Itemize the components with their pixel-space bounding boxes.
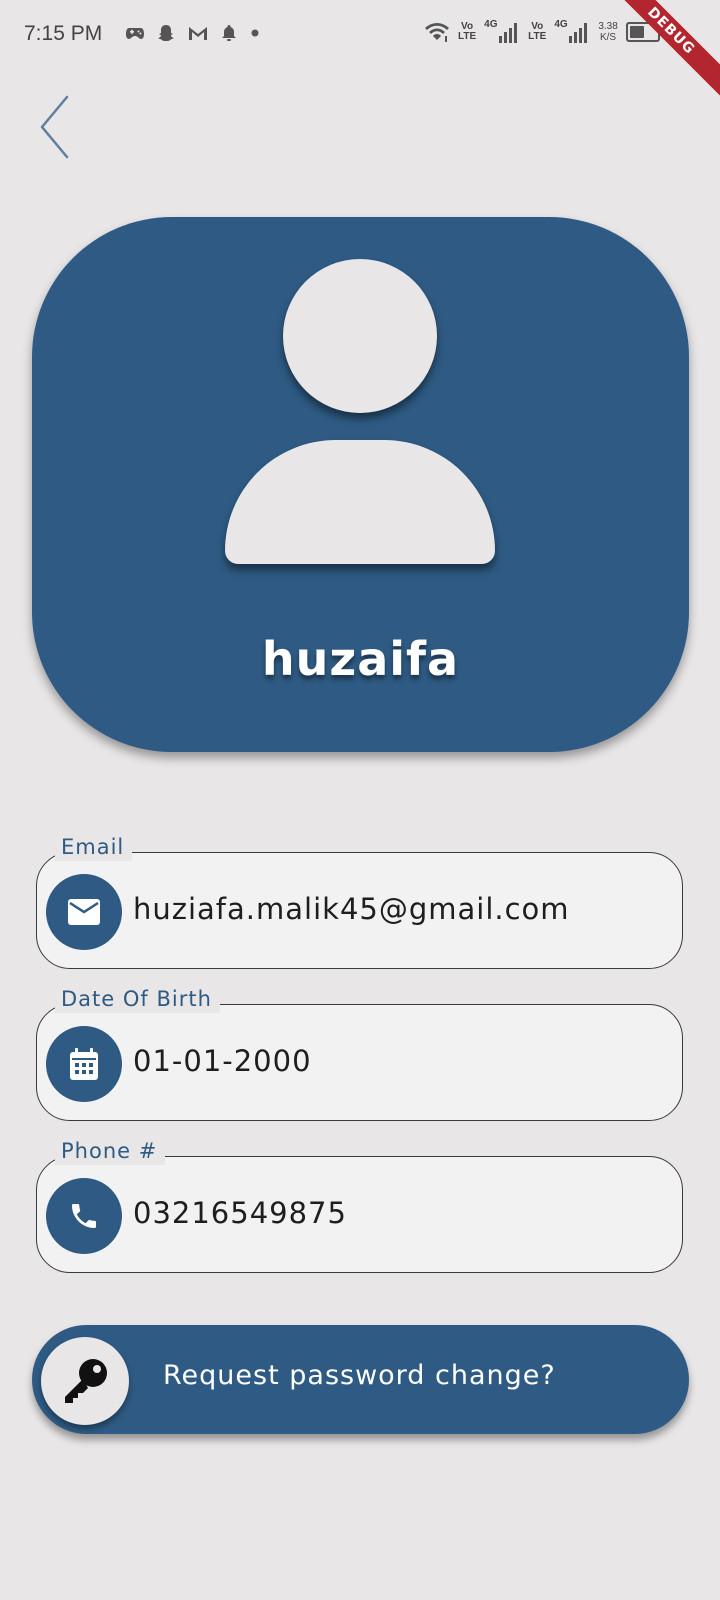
date-of-birth-field: Date Of Birth 01-01-2000 [36, 985, 683, 1121]
wifi-icon [425, 23, 449, 42]
mail-icon [68, 899, 100, 925]
volte-bottom-2: LTE [528, 31, 547, 42]
date-of-birth-icon-circle [46, 1026, 122, 1102]
snapchat-icon [158, 25, 174, 41]
notification-bell-icon [222, 25, 236, 41]
status-icons-left [126, 24, 260, 42]
date-of-birth-label: Date Of Birth [55, 985, 220, 1013]
battery-level [629, 26, 645, 38]
network-speed-unit: K/S [599, 32, 617, 43]
status-bar: 7:15 PM Vo LTE 4G Vo LTE 4G 3.38 K/S DEB… [0, 0, 720, 106]
email-value: huziafa.malik45@gmail.com [133, 892, 570, 926]
status-time: 7:15 PM [24, 22, 103, 45]
volte-indicator-2: Vo LTE [528, 22, 546, 42]
volte-bottom-1: LTE [458, 31, 477, 42]
key-icon-circle [41, 1337, 129, 1425]
phone-icon [72, 1204, 96, 1228]
gmail-icon [189, 27, 207, 40]
network-gen-2: 4G [554, 19, 568, 30]
back-button[interactable] [34, 92, 84, 162]
phone-field: Phone # 03216549875 [36, 1137, 683, 1273]
date-of-birth-value: 01-01-2000 [133, 1044, 312, 1078]
email-icon-circle [46, 874, 122, 950]
phone-value: 03216549875 [133, 1196, 347, 1230]
network-speed-value: 3.38 [598, 21, 618, 32]
game-icon [126, 28, 144, 39]
phone-icon-circle [46, 1178, 122, 1254]
profile-card: huzaifa [32, 217, 689, 752]
signal-group-2: 4G [554, 20, 590, 44]
volte-indicator-1: Vo LTE [458, 22, 476, 42]
email-label: Email [55, 833, 133, 861]
phone-label: Phone # [55, 1137, 166, 1165]
chevron-left-icon [40, 95, 69, 159]
signal-icon [499, 23, 518, 43]
request-password-change-label: Request password change? [163, 1360, 556, 1391]
signal-icon [569, 23, 588, 43]
key-icon [65, 1359, 107, 1403]
profile-name: huzaifa [261, 632, 460, 686]
network-speed: 3.38 K/S [598, 21, 617, 43]
calendar-icon [70, 1048, 98, 1080]
status-icons-right: Vo LTE 4G Vo LTE 4G 3.38 K/S [424, 20, 664, 44]
request-password-change-button[interactable]: Request password change? [32, 1325, 689, 1434]
avatar-body [225, 440, 495, 564]
email-field: Email huziafa.malik45@gmail.com [36, 833, 683, 969]
dot-icon [251, 29, 259, 37]
avatar-head [283, 259, 437, 413]
network-gen-1: 4G [484, 19, 498, 30]
debug-banner: DEBUG [596, 0, 720, 106]
signal-group-1: 4G [484, 20, 520, 44]
